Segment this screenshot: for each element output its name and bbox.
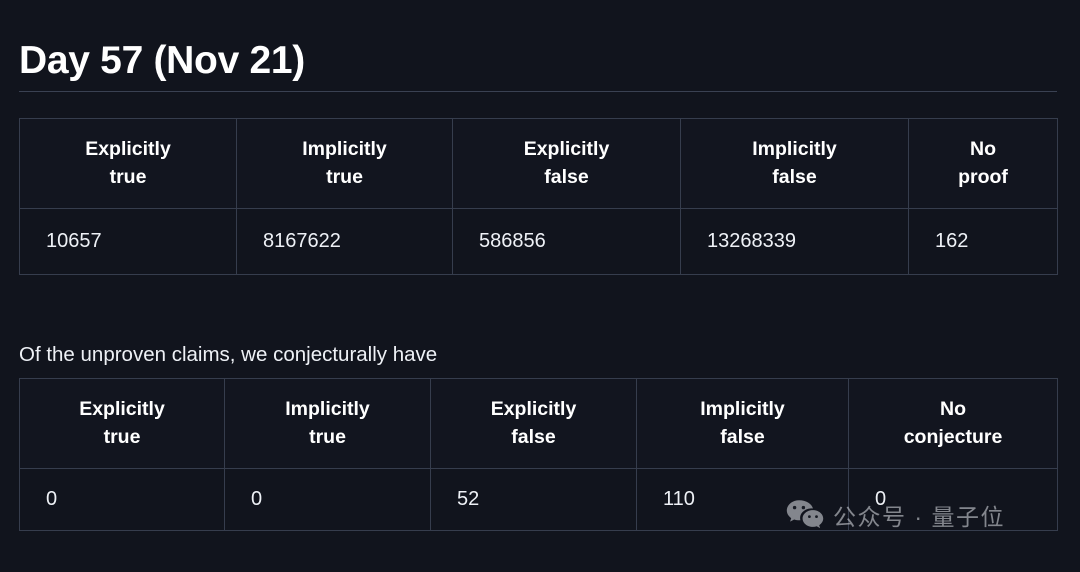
header-line-1: Implicitly	[302, 138, 387, 160]
cell-explicitly-true: 0	[19, 468, 225, 532]
header-line-2: false	[772, 165, 817, 188]
header-line-2: proof	[958, 165, 1008, 188]
header-line-2: conjecture	[903, 425, 1003, 448]
header-line-2: true	[109, 165, 147, 188]
header-line-2: true	[103, 425, 141, 448]
cell-no-conjecture: 0	[848, 468, 1058, 532]
column-header-implicitly-true: Implicitly true	[224, 377, 431, 470]
cell-implicitly-true: 0	[224, 468, 431, 532]
cell-implicitly-true: 8167622	[236, 208, 453, 276]
header-line-1: Explicitly	[523, 138, 610, 160]
header-line-1: Implicitly	[700, 398, 785, 420]
header-line-2: false	[720, 425, 765, 448]
table-row: 0 0 52 110 0	[19, 468, 1058, 532]
header-line-2: true	[309, 425, 346, 448]
column-header-explicitly-false: Explicitly false	[452, 117, 681, 210]
table-header-row: Explicitly true Implicitly true Explicit…	[19, 377, 1058, 470]
cell-explicitly-false: 586856	[452, 208, 681, 276]
column-header-explicitly-true: Explicitly true	[19, 117, 237, 210]
header-line-2: false	[544, 165, 589, 188]
conjecture-table: Explicitly true Implicitly true Explicit…	[19, 377, 1058, 532]
column-header-no-proof: No proof	[908, 117, 1058, 210]
cell-explicitly-false: 52	[430, 468, 637, 532]
header-line-1: No	[970, 138, 996, 160]
header-line-2: false	[511, 425, 556, 448]
table-row: 10657 8167622 586856 13268339 162	[19, 208, 1058, 276]
cell-implicitly-false: 110	[636, 468, 849, 532]
column-header-explicitly-false: Explicitly false	[430, 377, 637, 470]
title-divider	[19, 91, 1057, 92]
claims-table: Explicitly true Implicitly true Explicit…	[19, 117, 1058, 276]
column-header-no-conjecture: No conjecture	[848, 377, 1058, 470]
column-header-implicitly-false: Implicitly false	[680, 117, 909, 210]
cell-explicitly-true: 10657	[19, 208, 237, 276]
table-header-row: Explicitly true Implicitly true Explicit…	[19, 117, 1058, 210]
cell-implicitly-false: 13268339	[680, 208, 909, 276]
column-header-implicitly-true: Implicitly true	[236, 117, 453, 210]
document-page: Day 57 (Nov 21) Explicitly true Implicit…	[0, 0, 1080, 572]
header-line-1: No	[940, 398, 966, 420]
column-header-implicitly-false: Implicitly false	[636, 377, 849, 470]
lead-paragraph: Of the unproven claims, we conjecturally…	[19, 342, 438, 366]
header-line-1: Explicitly	[490, 398, 577, 420]
header-line-1: Explicitly	[85, 138, 171, 160]
header-line-2: true	[326, 165, 363, 188]
column-header-explicitly-true: Explicitly true	[19, 377, 225, 470]
cell-no-proof: 162	[908, 208, 1058, 276]
header-line-1: Explicitly	[79, 398, 165, 420]
header-line-1: Implicitly	[285, 398, 370, 420]
page-title: Day 57 (Nov 21)	[19, 39, 305, 83]
header-line-1: Implicitly	[752, 138, 837, 160]
